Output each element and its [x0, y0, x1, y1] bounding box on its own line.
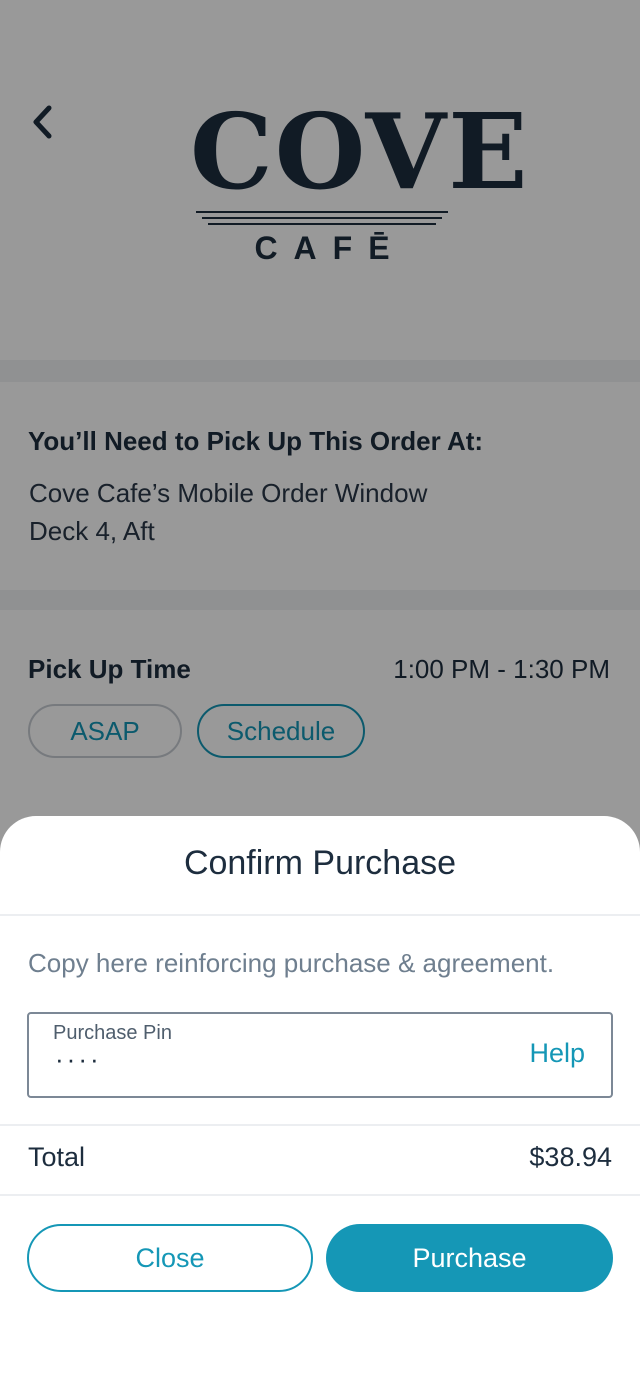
- pin-label: Purchase Pin: [53, 1022, 172, 1044]
- pin-value[interactable]: ····: [55, 1044, 102, 1075]
- purchase-button[interactable]: Purchase: [326, 1224, 613, 1292]
- divider: [0, 914, 640, 916]
- screen: COVE CAFĒ You’ll Need to Pick Up This Or…: [0, 0, 640, 1386]
- purchase-pin-field[interactable]: Purchase Pin ···· Help: [27, 1012, 613, 1098]
- help-link[interactable]: Help: [529, 1038, 585, 1069]
- sheet-title: Confirm Purchase: [183, 844, 457, 882]
- sheet-copy: Copy here reinforcing purchase & agreeme…: [28, 948, 555, 978]
- total-value: $38.94: [529, 1142, 612, 1172]
- close-button[interactable]: Close: [27, 1224, 313, 1292]
- confirm-purchase-sheet: Confirm Purchase Copy here reinforcing p…: [0, 816, 640, 1386]
- divider: [0, 1124, 640, 1126]
- total-label: Total: [28, 1142, 86, 1172]
- divider: [0, 1194, 640, 1196]
